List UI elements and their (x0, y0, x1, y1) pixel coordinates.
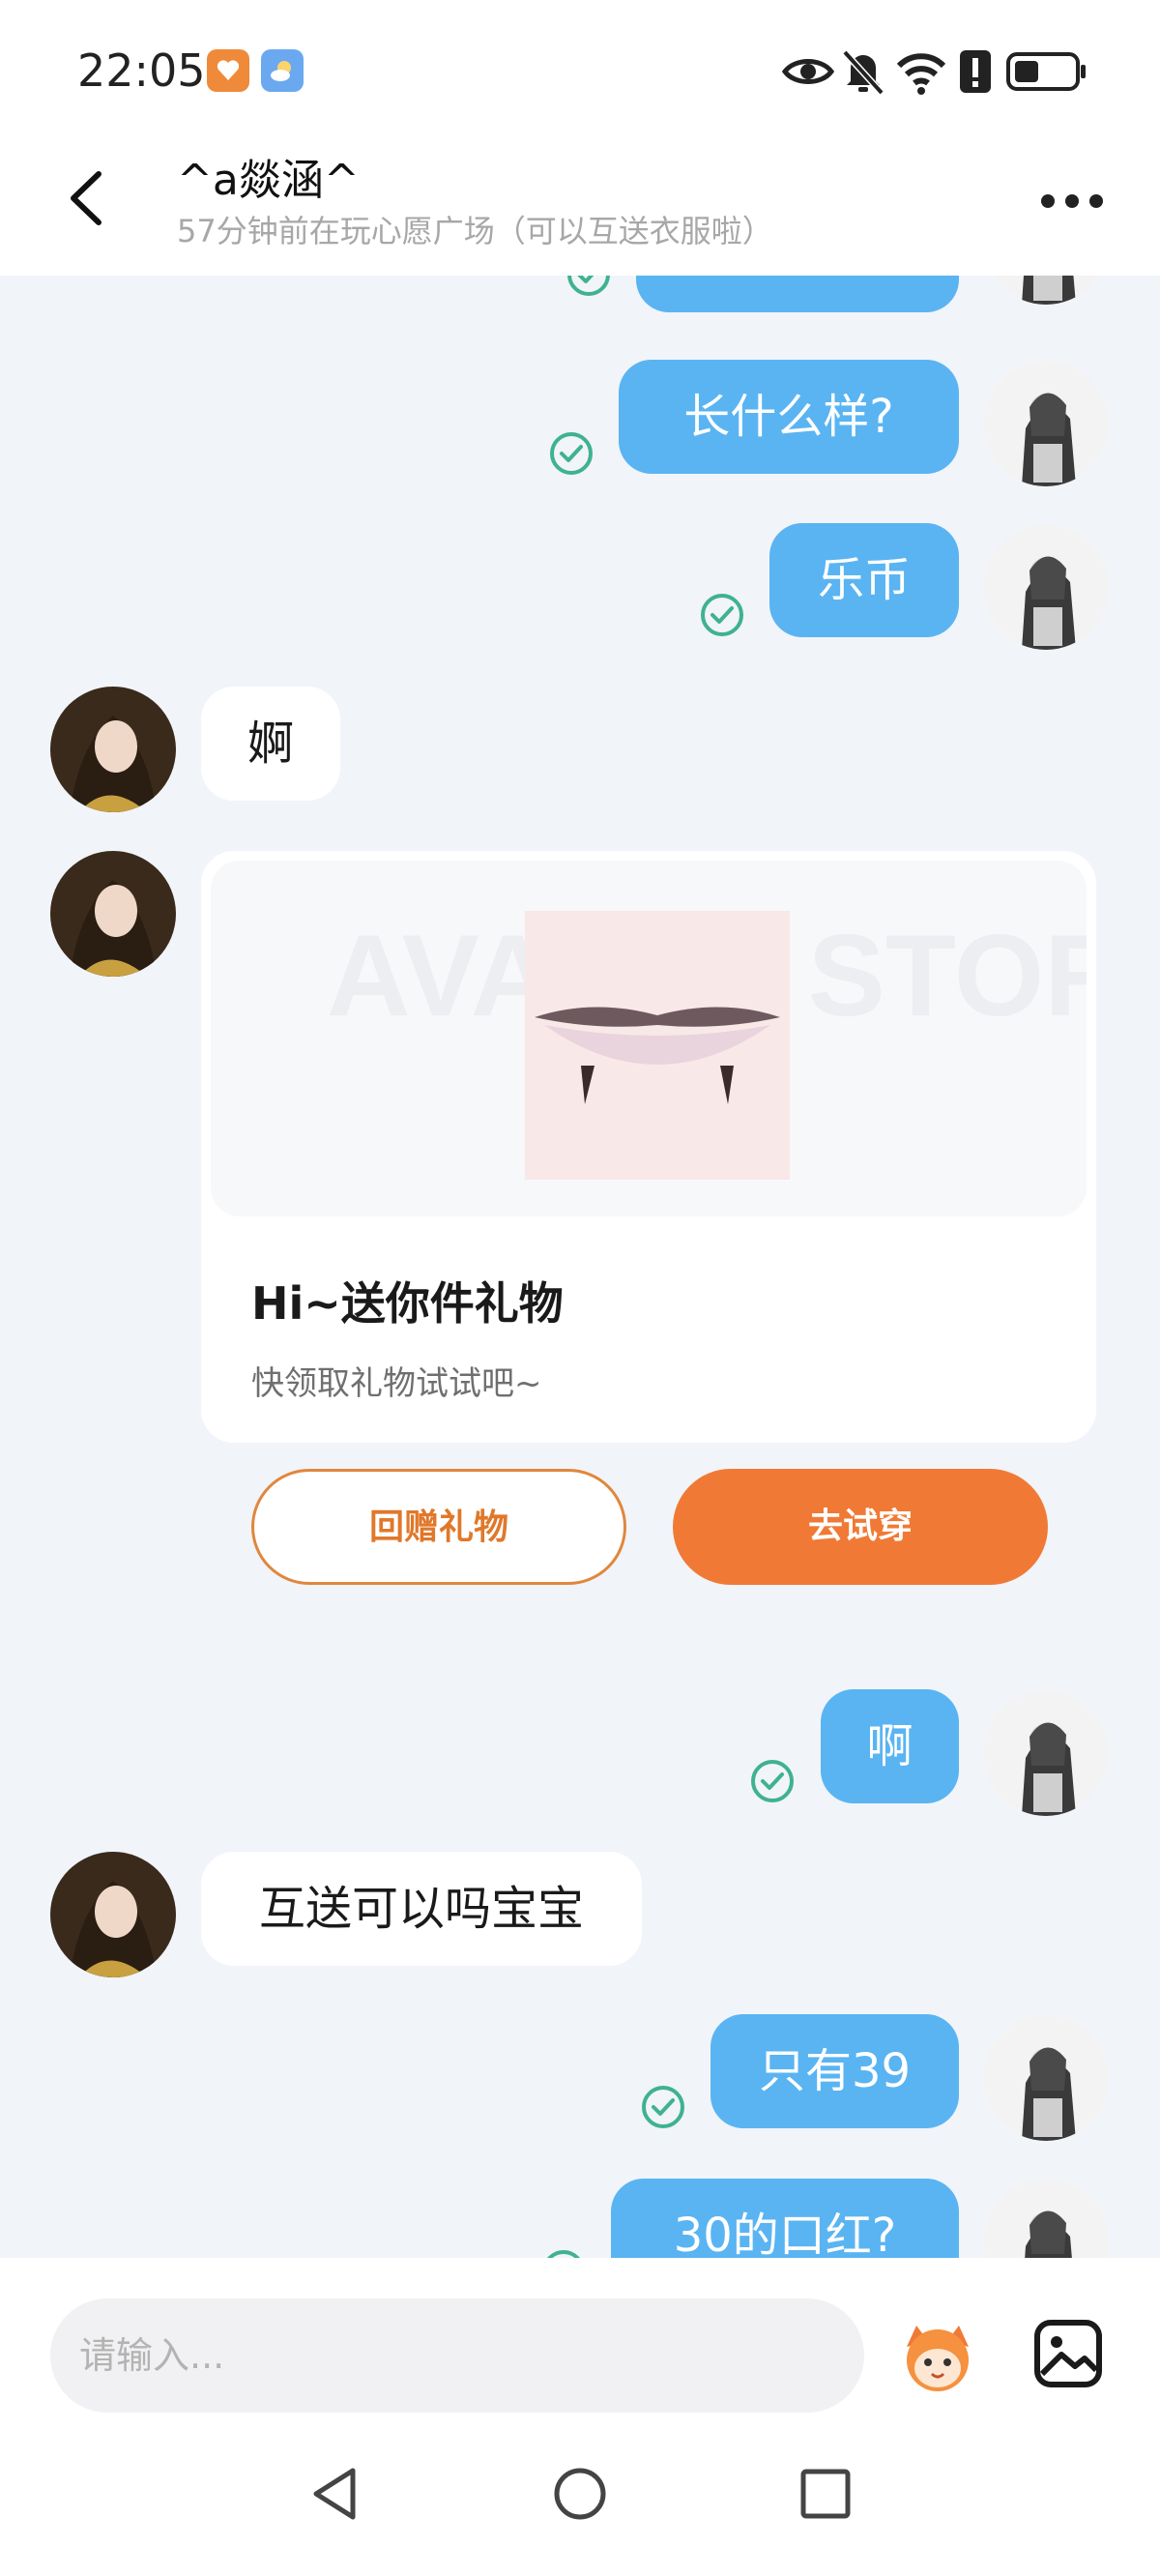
more-options-icon[interactable] (1038, 184, 1106, 219)
image-picker-icon[interactable] (1032, 2318, 1104, 2389)
system-nav-bar (0, 2416, 1160, 2576)
my-message-bubble[interactable]: 乐币 (769, 523, 959, 637)
message-input[interactable] (50, 2298, 864, 2413)
return-gift-button[interactable]: 回赠礼物 (251, 1469, 626, 1585)
my-avatar[interactable] (983, 276, 1109, 305)
my-avatar[interactable] (983, 1690, 1109, 1816)
back-arrow-icon[interactable] (58, 164, 116, 232)
read-check-icon (642, 2086, 684, 2128)
chat-title[interactable]: ^a燚涵^ (177, 145, 360, 207)
contact-avatar[interactable] (50, 687, 176, 812)
input-bar (0, 2258, 1160, 2416)
gift-item-image (525, 911, 790, 1180)
gift-preview: AVATAR STORE (211, 861, 1087, 1216)
health-app-icon (207, 49, 249, 92)
mute-icon (842, 49, 884, 96)
nav-back-icon[interactable] (306, 2465, 364, 2523)
gift-title: Hi~送你件礼物 (251, 1277, 564, 1330)
status-bar: 22:05 (0, 0, 1160, 135)
read-check-icon (550, 432, 593, 475)
status-time: 22:05 (77, 44, 206, 97)
nav-home-icon[interactable] (551, 2465, 609, 2523)
gift-subtitle: 快领取礼物试试吧~ (251, 1364, 542, 1403)
read-check-icon (567, 276, 610, 296)
my-avatar[interactable] (983, 2015, 1109, 2141)
my-avatar[interactable] (983, 361, 1109, 486)
contact-avatar[interactable] (50, 851, 176, 977)
my-message-bubble[interactable]: 长什么样? (619, 360, 959, 474)
contact-message-bubble[interactable]: 互送可以吗宝宝 (201, 1852, 642, 1966)
my-message-bubble[interactable] (636, 276, 959, 312)
eye-icon (781, 59, 835, 84)
chat-subtitle: 57分钟前在玩心愿广场（可以互送衣服啦） (177, 213, 773, 249)
my-message-bubble[interactable]: 啊 (821, 1689, 959, 1803)
gift-card[interactable]: AVATAR STORE Hi~送你件礼物 快领取礼物试试吧~ (201, 851, 1096, 1443)
weather-app-icon (261, 49, 304, 92)
try-on-button[interactable]: 去试穿 (673, 1469, 1048, 1585)
my-message-bubble[interactable]: 30的口红? (611, 2179, 959, 2258)
chat-header: ^a燚涵^ 57分钟前在玩心愿广场（可以互送衣服啦） (0, 135, 1160, 276)
my-avatar[interactable] (983, 524, 1109, 650)
alert-icon (960, 50, 991, 93)
message-list[interactable]: 长什么样? 乐币 婀 AVATAR STORE (0, 276, 1160, 2258)
emoji-sticker-icon[interactable] (899, 2318, 976, 2395)
my-avatar[interactable] (983, 2179, 1109, 2258)
wifi-icon (896, 53, 946, 95)
contact-avatar[interactable] (50, 1852, 176, 1977)
battery-icon (1006, 52, 1086, 91)
read-check-icon (751, 1760, 794, 1802)
read-check-icon (547, 2250, 580, 2258)
my-message-bubble[interactable]: 只有39 (710, 2014, 959, 2128)
nav-recents-icon[interactable] (797, 2465, 855, 2523)
contact-message-bubble[interactable]: 婀 (201, 687, 340, 801)
read-check-icon (701, 594, 743, 636)
